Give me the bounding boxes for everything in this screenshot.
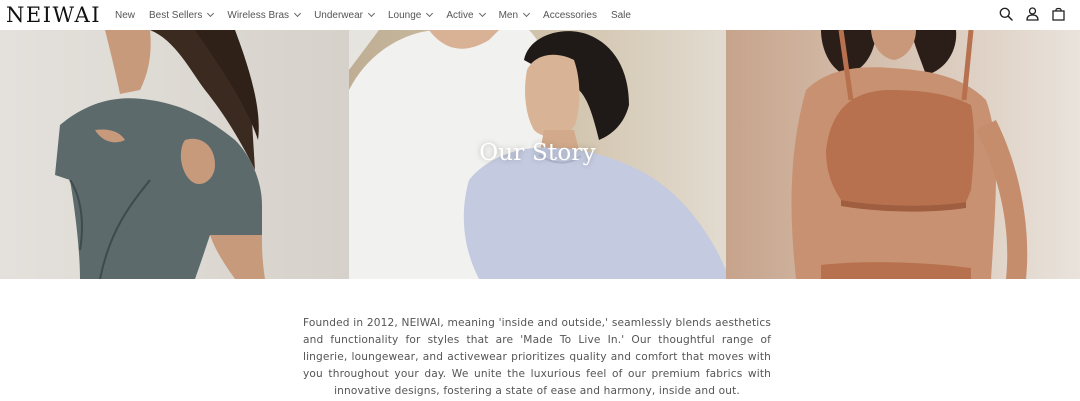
nav-item-label: Best Sellers	[149, 9, 203, 21]
chevron-down-icon	[478, 9, 486, 18]
brand-logo[interactable]: NEIWAI	[6, 3, 101, 27]
hero-banner: Our Story	[0, 30, 1080, 279]
chevron-down-icon	[426, 9, 434, 18]
nav-item-new[interactable]: New	[115, 10, 135, 21]
site-header: NEIWAI New Best Sellers Wireless Bras Un…	[0, 0, 1080, 30]
nav-item-label: Underwear	[314, 9, 363, 21]
nav-item-label: Sale	[610, 9, 631, 21]
nav-item-label: New	[115, 9, 136, 21]
nav-item-underwear[interactable]: Underwear	[314, 9, 376, 21]
nav-item-lounge[interactable]: Lounge	[387, 9, 434, 21]
main-nav: New Best Sellers Wireless Bras Underwear…	[115, 0, 645, 30]
cart-icon[interactable]	[1050, 5, 1066, 23]
nav-item-label: Men	[498, 9, 519, 21]
nav-item-sale[interactable]: Sale	[611, 10, 631, 21]
nav-item-label: Active	[446, 9, 474, 21]
chevron-down-icon	[523, 9, 531, 18]
nav-item-accessories[interactable]: Accessories	[543, 10, 597, 21]
nav-item-men[interactable]: Men	[498, 9, 531, 21]
search-icon[interactable]	[998, 5, 1014, 23]
our-story-paragraph: Founded in 2012, NEIWAI, meaning 'inside…	[303, 316, 771, 398]
hero-title: Our Story	[479, 140, 596, 166]
nav-item-wireless-bras[interactable]: Wireless Bras	[227, 9, 302, 21]
nav-item-active[interactable]: Active	[446, 9, 486, 21]
header-icons	[998, 5, 1066, 23]
chevron-down-icon	[294, 9, 302, 18]
account-icon[interactable]	[1024, 5, 1040, 23]
nav-item-label: Wireless Bras	[227, 9, 290, 21]
nav-item-best-sellers[interactable]: Best Sellers	[149, 9, 215, 21]
chevron-down-icon	[207, 9, 215, 18]
chevron-down-icon	[367, 9, 376, 18]
nav-item-label: Lounge	[387, 9, 422, 21]
nav-item-label: Accessories	[543, 9, 597, 21]
